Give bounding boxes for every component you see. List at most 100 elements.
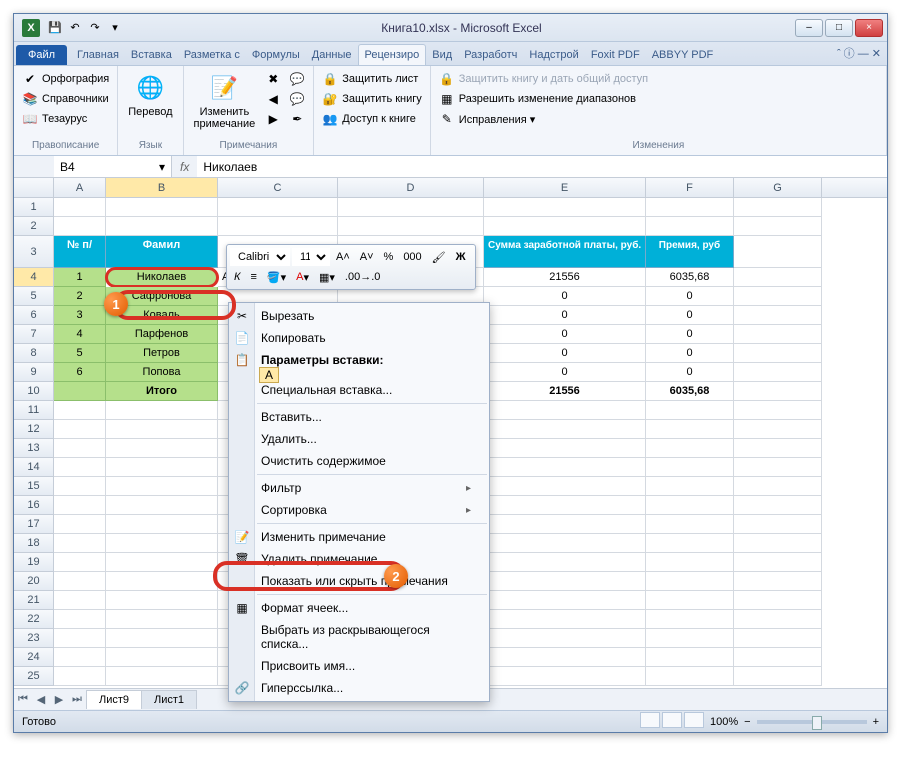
ctx-hyperlink[interactable]: 🔗Гиперссылка... bbox=[229, 677, 489, 699]
tab-file[interactable]: Файл bbox=[16, 45, 67, 65]
tab-foxit[interactable]: Foxit PDF bbox=[585, 45, 646, 65]
protect-sheet-button[interactable]: 🔒Защитить лист bbox=[320, 70, 424, 88]
tab-insert[interactable]: Вставка bbox=[125, 45, 178, 65]
size-select[interactable]: 11 bbox=[292, 248, 330, 266]
edit-comment-button[interactable]: 📝 Изменить примечание bbox=[190, 70, 260, 132]
ctx-insert[interactable]: Вставить... bbox=[229, 406, 489, 428]
col-D[interactable]: D bbox=[338, 178, 484, 197]
ctx-copy[interactable]: 📄Копировать bbox=[229, 327, 489, 349]
font-color-icon[interactable]: A▾ bbox=[292, 268, 313, 286]
shrink-font-icon[interactable]: A˅ bbox=[356, 248, 378, 266]
protect-book-button[interactable]: 🔐Защитить книгу bbox=[320, 90, 424, 108]
ctx-sort[interactable]: Сортировка▸ bbox=[229, 499, 489, 521]
ctx-define-name[interactable]: Присвоить имя... bbox=[229, 655, 489, 677]
row-1[interactable]: 1 bbox=[14, 198, 54, 217]
sheet-tab-2[interactable]: Лист1 bbox=[141, 690, 197, 709]
select-all-corner[interactable] bbox=[14, 178, 54, 197]
spelling-button[interactable]: ✔Орфография bbox=[20, 70, 111, 88]
translate-button[interactable]: 🌐 Перевод bbox=[124, 70, 176, 120]
mini-toolbar[interactable]: Calibri 11 A˄ A˅ % 000 🖌 Ж К ≡ 🪣▾ A▾ ▦▾ … bbox=[226, 244, 476, 290]
border-icon[interactable]: ▦▾ bbox=[315, 268, 339, 286]
row-4[interactable]: 4 bbox=[14, 268, 54, 287]
prev-comment-button[interactable]: ◀ bbox=[263, 90, 283, 108]
col-E[interactable]: E bbox=[484, 178, 646, 197]
zoom-in-icon[interactable]: + bbox=[873, 716, 879, 728]
ctx-showhide-comments[interactable]: Показать или скрыть примечания bbox=[229, 570, 489, 592]
row-7[interactable]: 7 bbox=[14, 325, 54, 344]
zoom-slider[interactable] bbox=[757, 720, 867, 724]
zoom-out-icon[interactable]: − bbox=[744, 716, 750, 728]
ctx-paste-a[interactable]: A bbox=[229, 371, 489, 379]
ribbon-help[interactable]: ˆ ⓘ — ✕ bbox=[831, 41, 887, 65]
tab-review[interactable]: Рецензиро bbox=[358, 44, 427, 65]
row-10[interactable]: 10 bbox=[14, 382, 54, 401]
tab-data[interactable]: Данные bbox=[306, 45, 358, 65]
ctx-paste-special[interactable]: Специальная вставка... bbox=[229, 379, 489, 401]
save-icon[interactable]: 💾 bbox=[46, 19, 64, 37]
show-all-button[interactable]: 💬 bbox=[287, 90, 307, 108]
font-select[interactable]: Calibri bbox=[230, 248, 290, 266]
undo-icon[interactable]: ↶ bbox=[66, 19, 84, 37]
sheet-nav-last[interactable]: ⏭ bbox=[68, 693, 86, 706]
thesaurus-button[interactable]: 📖Тезаурус bbox=[20, 110, 111, 128]
redo-icon[interactable]: ↷ bbox=[86, 19, 104, 37]
ctx-filter[interactable]: Фильтр▸ bbox=[229, 477, 489, 499]
fx-icon[interactable]: fx bbox=[172, 160, 197, 174]
col-A[interactable]: A bbox=[54, 178, 106, 197]
col-C[interactable]: C bbox=[218, 178, 338, 197]
col-F[interactable]: F bbox=[646, 178, 734, 197]
row-3[interactable]: 3 bbox=[14, 236, 54, 268]
view-buttons[interactable] bbox=[638, 712, 704, 731]
sheet-tab-1[interactable]: Лист9 bbox=[86, 690, 142, 709]
sheet-nav-first[interactable]: ⏮ bbox=[14, 693, 32, 706]
align-icon[interactable]: ≡ bbox=[246, 268, 260, 286]
cell-F4[interactable]: 6035,68 bbox=[646, 268, 734, 287]
col-B[interactable]: B bbox=[106, 178, 218, 197]
show-comment-button[interactable]: 💬 bbox=[287, 70, 307, 88]
name-box[interactable]: B4▾ bbox=[54, 156, 172, 177]
tab-addins[interactable]: Надстрой bbox=[523, 45, 584, 65]
ctx-clear[interactable]: Очистить содержимое bbox=[229, 450, 489, 472]
track-changes-button[interactable]: ✎Исправления ▾ bbox=[437, 110, 880, 128]
cell-A4[interactable]: 1 bbox=[54, 268, 106, 287]
cell-E4[interactable]: 21556 bbox=[484, 268, 646, 287]
italic-icon[interactable]: К bbox=[230, 268, 244, 286]
minimize-button[interactable]: – bbox=[795, 19, 823, 37]
row-2[interactable]: 2 bbox=[14, 217, 54, 236]
tab-abbyy[interactable]: ABBYY PDF bbox=[646, 45, 720, 65]
research-button[interactable]: 📚Справочники bbox=[20, 90, 111, 108]
grow-font-icon[interactable]: A˄ bbox=[332, 248, 354, 266]
chevron-down-icon[interactable]: ▾ bbox=[159, 160, 165, 174]
formula-bar[interactable]: Николаев bbox=[197, 156, 887, 177]
format-painter-icon[interactable]: 🖌 bbox=[428, 248, 450, 266]
maximize-button[interactable]: □ bbox=[825, 19, 853, 37]
next-comment-button[interactable]: ▶ bbox=[263, 110, 283, 128]
tab-home[interactable]: Главная bbox=[71, 45, 125, 65]
ctx-dropdown-list[interactable]: Выбрать из раскрывающегося списка... bbox=[229, 619, 489, 655]
close-button[interactable]: × bbox=[855, 19, 883, 37]
tab-view[interactable]: Вид bbox=[426, 45, 458, 65]
ctx-cut[interactable]: ✂Вырезать bbox=[229, 305, 489, 327]
row-5[interactable]: 5 bbox=[14, 287, 54, 306]
row-9[interactable]: 9 bbox=[14, 363, 54, 382]
bold-icon[interactable]: Ж bbox=[452, 248, 470, 266]
cell-B4[interactable]: Николаев bbox=[106, 268, 218, 287]
tab-developer[interactable]: Разработч bbox=[458, 45, 523, 65]
tab-layout[interactable]: Разметка с bbox=[178, 45, 246, 65]
ctx-delete[interactable]: Удалить... bbox=[229, 428, 489, 450]
ctx-delete-comment[interactable]: 🗑Удалить примечание bbox=[229, 548, 489, 570]
fill-color-icon[interactable]: 🪣▾ bbox=[263, 268, 290, 286]
ctx-edit-comment[interactable]: 📝Изменить примечание bbox=[229, 526, 489, 548]
row-8[interactable]: 8 bbox=[14, 344, 54, 363]
comma-icon[interactable]: 000 bbox=[399, 248, 425, 266]
show-ink-button[interactable]: ✒ bbox=[287, 110, 307, 128]
delete-comment-button[interactable]: ✖ bbox=[263, 70, 283, 88]
zoom-level[interactable]: 100% bbox=[710, 716, 738, 728]
tab-formulas[interactable]: Формулы bbox=[246, 45, 306, 65]
qat-dropdown-icon[interactable]: ▾ bbox=[106, 19, 124, 37]
decrease-decimal-icon[interactable]: .00→.0 bbox=[341, 268, 384, 286]
percent-icon[interactable]: % bbox=[380, 248, 398, 266]
allow-ranges-button[interactable]: ▦Разрешить изменение диапазонов bbox=[437, 90, 880, 108]
sheet-nav-next[interactable]: ▶ bbox=[50, 693, 68, 706]
sheet-nav-prev[interactable]: ◀ bbox=[32, 693, 50, 706]
